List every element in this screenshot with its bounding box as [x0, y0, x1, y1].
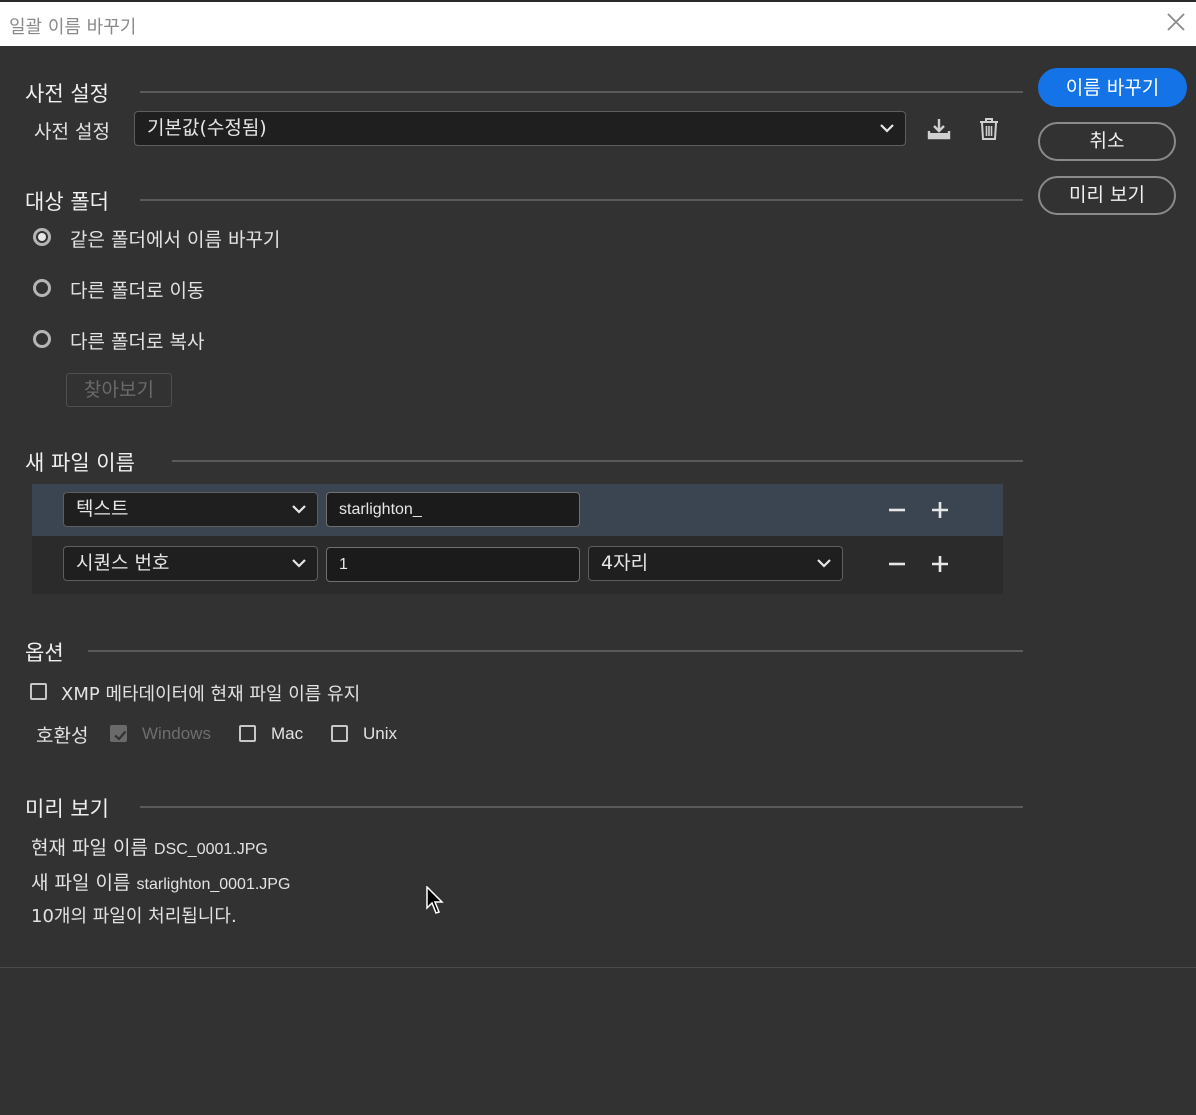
- preview-current-label: 현재 파일 이름: [31, 837, 148, 859]
- destination-section-title: 대상 폴더: [25, 190, 109, 214]
- mouse-cursor-icon: [426, 886, 444, 914]
- compat-mac-checkbox[interactable]: [239, 725, 256, 742]
- sequence-start-input[interactable]: 1: [326, 547, 580, 582]
- keep-xmp-label[interactable]: XMP 메타데이터에 현재 파일 이름 유지: [61, 680, 360, 706]
- preview-new-value: starlighton_0001.JPG: [136, 876, 291, 893]
- compat-unix-label[interactable]: Unix: [363, 724, 397, 744]
- window-title: 일괄 이름 바꾸기: [9, 17, 137, 38]
- sequence-digits-select[interactable]: 4자리: [588, 546, 843, 581]
- preview-button[interactable]: 미리 보기: [1038, 176, 1176, 215]
- add-row-icon[interactable]: [927, 551, 953, 577]
- preview-new-row: 새 파일 이름 starlighton_0001.JPG: [31, 868, 290, 895]
- preset-select-value: 기본값(수정됨): [147, 117, 267, 139]
- preset-label: 사전 설정: [34, 121, 110, 143]
- preview-current-row: 현재 파일 이름 DSC_0001.JPG: [31, 833, 268, 860]
- compat-windows-label: Windows: [142, 724, 211, 743]
- chevron-down-icon: [292, 505, 306, 514]
- cancel-button[interactable]: 취소: [1038, 122, 1176, 161]
- compat-windows-checkbox: [110, 725, 127, 742]
- radio-same-folder-label[interactable]: 같은 폴더에서 이름 바꾸기: [70, 225, 280, 252]
- save-preset-icon[interactable]: [926, 116, 952, 142]
- filename-row-type-value: 시퀀스 번호: [76, 552, 170, 574]
- delete-preset-icon[interactable]: [976, 116, 1002, 142]
- filename-text-input[interactable]: starlighton_: [326, 492, 580, 527]
- filename-row-type-select[interactable]: 시퀀스 번호: [63, 546, 318, 581]
- section-divider: [88, 650, 1023, 652]
- footer-divider: [0, 967, 1196, 968]
- options-section-title: 옵션: [25, 641, 64, 665]
- close-icon[interactable]: [1166, 12, 1186, 32]
- rename-button[interactable]: 이름 바꾸기: [1038, 68, 1187, 107]
- section-divider: [140, 199, 1023, 201]
- remove-row-icon[interactable]: [884, 497, 910, 523]
- checkmark-icon: [114, 730, 127, 741]
- section-divider: [140, 91, 1023, 93]
- radio-copy-folder[interactable]: [33, 330, 51, 348]
- new-filename-section-title: 새 파일 이름: [25, 451, 135, 475]
- preset-section-title: 사전 설정: [25, 82, 109, 106]
- radio-move-folder[interactable]: [33, 279, 51, 297]
- add-row-icon[interactable]: [927, 497, 953, 523]
- preview-count-text: 10개의 파일이 처리됩니다.: [31, 906, 237, 927]
- compat-unix-checkbox[interactable]: [331, 725, 348, 742]
- preset-select[interactable]: 기본값(수정됨): [134, 111, 906, 146]
- sequence-digits-value: 4자리: [601, 552, 649, 574]
- browse-button[interactable]: 찾아보기: [66, 373, 172, 407]
- title-bar: 일괄 이름 바꾸기: [0, 0, 1196, 46]
- chevron-down-icon: [817, 559, 831, 568]
- filename-row-type-select[interactable]: 텍스트: [63, 492, 318, 527]
- compat-label: 호환성: [36, 725, 89, 747]
- section-divider: [140, 806, 1023, 808]
- chevron-down-icon: [292, 559, 306, 568]
- radio-same-folder[interactable]: [33, 228, 51, 246]
- radio-copy-folder-label[interactable]: 다른 폴더로 복사: [70, 327, 204, 354]
- filename-row-type-value: 텍스트: [76, 498, 129, 520]
- radio-move-folder-label[interactable]: 다른 폴더로 이동: [70, 276, 204, 303]
- preview-new-label: 새 파일 이름: [31, 872, 131, 894]
- keep-xmp-checkbox[interactable]: [30, 683, 47, 700]
- chevron-down-icon: [880, 124, 894, 133]
- section-divider: [172, 460, 1023, 462]
- preview-section-title: 미리 보기: [25, 797, 109, 821]
- compat-mac-label[interactable]: Mac: [271, 724, 303, 744]
- preview-current-value: DSC_0001.JPG: [154, 841, 268, 858]
- remove-row-icon[interactable]: [884, 551, 910, 577]
